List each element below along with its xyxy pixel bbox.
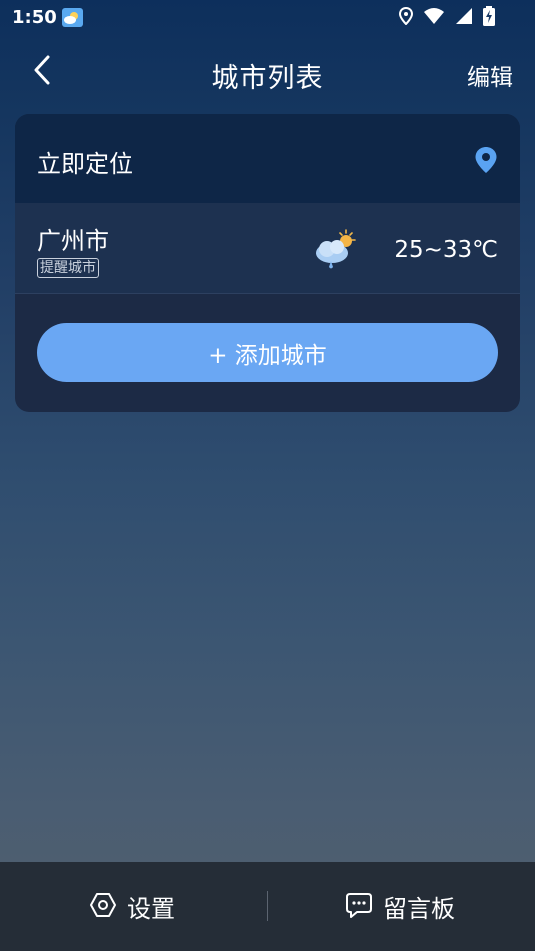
cloud-rain-sun-icon — [310, 227, 358, 275]
message-board-label: 留言板 — [383, 895, 455, 923]
status-bar: 1:50 — [0, 0, 535, 36]
chat-bubble-icon — [345, 891, 373, 923]
reminder-city-badge: 提醒城市 — [37, 258, 99, 278]
weather-app-icon — [62, 8, 83, 27]
message-board-button[interactable]: 留言板 — [345, 862, 455, 951]
locate-now-row[interactable]: 立即定位 — [15, 114, 520, 203]
bottom-bar: 设置 留言板 — [0, 862, 535, 951]
battery-charging-icon — [483, 6, 495, 30]
page-title: 城市列表 — [211, 63, 324, 94]
header: 城市列表 编辑 — [0, 48, 535, 96]
settings-label: 设置 — [127, 895, 175, 923]
location-pin-icon — [474, 146, 498, 178]
locate-now-label: 立即定位 — [37, 150, 133, 178]
add-city-button[interactable]: + 添加城市 — [37, 323, 498, 382]
bottom-divider — [267, 891, 268, 921]
signal-icon — [455, 7, 473, 29]
wifi-icon — [423, 7, 445, 29]
temperature-range: 25~33℃ — [394, 237, 498, 263]
city-row[interactable]: 广州市 提醒城市 25~33℃ — [15, 203, 520, 294]
city-name: 广州市 — [37, 227, 109, 255]
edit-button[interactable]: 编辑 — [467, 58, 513, 92]
location-icon — [398, 6, 414, 29]
status-icons — [398, 6, 495, 30]
status-time: 1:50 — [12, 7, 57, 28]
settings-button[interactable]: 设置 — [89, 862, 175, 951]
hexagon-settings-icon — [89, 892, 117, 922]
city-list-card: 立即定位 广州市 提醒城市 25~33℃ + 添加城市 — [15, 114, 520, 412]
